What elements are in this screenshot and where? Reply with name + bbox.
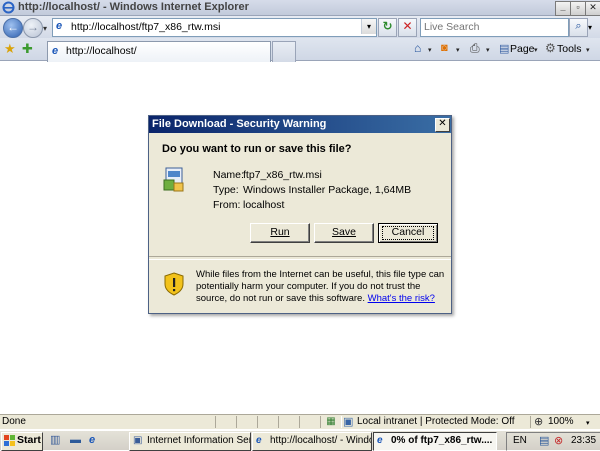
- ie-icon: e: [256, 435, 262, 446]
- whats-the-risk-link[interactable]: What's the risk?: [368, 293, 435, 304]
- taskbar-item-label: http://localhost/ - Windo...: [270, 435, 372, 446]
- status-segment: [236, 416, 258, 428]
- page-icon: e: [56, 20, 63, 32]
- security-shield-warning-icon: [164, 272, 184, 296]
- recent-pages-dropdown-icon[interactable]: ▾: [43, 24, 47, 33]
- search-box[interactable]: [420, 18, 569, 37]
- focus-rectangle: [382, 226, 434, 240]
- navigation-bar: ← → ▾ e ▾ ↻ ✕ ⌕ ▾: [0, 16, 600, 38]
- refresh-button[interactable]: ↻: [378, 18, 397, 37]
- dialog-question: Do you want to run or save this file?: [162, 143, 352, 155]
- favorites-star-icon[interactable]: ★: [4, 41, 16, 56]
- show-desktop-icon[interactable]: ▬: [70, 434, 81, 447]
- network-icon[interactable]: ▤: [539, 434, 549, 447]
- feeds-dropdown-icon[interactable]: ▾: [456, 46, 460, 54]
- run-button-label: Run: [270, 226, 290, 238]
- maximize-button[interactable]: ▫: [570, 1, 586, 16]
- status-segment: [299, 416, 321, 428]
- window-title: http://localhost/ - Windows Internet Exp…: [18, 1, 249, 13]
- close-window-button[interactable]: ✕: [585, 1, 600, 16]
- clock[interactable]: 23:35: [571, 435, 596, 446]
- print-icon[interactable]: ⎙: [470, 41, 480, 56]
- dialog-close-button[interactable]: ✕: [435, 118, 450, 132]
- add-favorites-icon[interactable]: ✚: [22, 41, 33, 56]
- taskbar-item-download[interactable]: e 0% of ftp7_x86_rtw....: [373, 432, 497, 451]
- new-tab-button[interactable]: [272, 41, 296, 62]
- status-segment: [215, 416, 237, 428]
- home-icon[interactable]: ⌂: [414, 41, 421, 55]
- server-manager-icon[interactable]: ▥: [50, 434, 60, 447]
- alert-icon[interactable]: ⊗: [554, 434, 563, 447]
- save-button[interactable]: Save: [314, 223, 374, 243]
- save-button-label: Save: [332, 226, 356, 238]
- taskbar-item-ie-window[interactable]: e http://localhost/ - Windo...: [252, 432, 372, 451]
- stop-button[interactable]: ✕: [398, 18, 417, 37]
- tab-active[interactable]: e http://localhost/: [47, 41, 271, 62]
- type-label: Type:: [213, 184, 239, 196]
- status-text: Done: [2, 416, 26, 427]
- security-status-icon[interactable]: ▦: [320, 416, 342, 428]
- dialog-title-bar[interactable]: File Download - Security Warning ✕: [149, 116, 451, 133]
- type-value: Windows Installer Package, 1,64MB: [243, 184, 412, 196]
- ie-logo-icon: [2, 1, 15, 14]
- window-title-bar[interactable]: http://localhost/ - Windows Internet Exp…: [0, 0, 600, 16]
- intranet-zone-icon: ▣: [343, 416, 354, 428]
- page-menu[interactable]: Page: [510, 43, 535, 55]
- from-label: From:: [213, 199, 241, 211]
- iis-icon: ▣: [133, 435, 143, 446]
- name-value: ftp7_x86_rtw.msi: [243, 169, 322, 181]
- search-input[interactable]: [421, 19, 564, 34]
- system-tray: EN ▤ ⊗ 23:35: [506, 432, 600, 451]
- zoom-dropdown-icon[interactable]: ▾: [586, 419, 590, 427]
- internet-explorer-icon[interactable]: e: [89, 434, 95, 447]
- taskbar: Start ▥ ▬ e ▣ Internet Information Ser..…: [0, 430, 600, 451]
- installer-file-icon: [163, 167, 184, 192]
- tools-dropdown-icon[interactable]: ▾: [586, 46, 590, 54]
- search-icon[interactable]: ⌕: [569, 18, 588, 37]
- status-segment: [278, 416, 300, 428]
- dialog-separator: [149, 256, 451, 260]
- print-dropdown-icon[interactable]: ▾: [486, 46, 490, 54]
- feeds-icon[interactable]: ◙: [441, 42, 448, 54]
- zoom-icon[interactable]: ⊕: [534, 415, 543, 428]
- cancel-button[interactable]: Cancel: [378, 223, 438, 243]
- windows-logo-icon: [4, 435, 15, 446]
- taskbar-item-label: 0% of ftp7_x86_rtw....: [391, 435, 493, 446]
- language-indicator[interactable]: EN: [513, 435, 527, 446]
- page-dropdown-icon[interactable]: ▾: [534, 46, 538, 54]
- run-button[interactable]: Run: [250, 223, 310, 243]
- from-value: localhost: [243, 199, 285, 211]
- minimize-button[interactable]: _: [555, 1, 571, 16]
- taskbar-item-label: Internet Information Ser...: [147, 435, 251, 446]
- status-bar: Done ▦ ▣ Local intranet | Protected Mode…: [0, 414, 600, 429]
- tab-bar: ★ ✚ e http://localhost/ ⌂ ▾ ◙ ▾ ⎙ ▾ ▤ Pa…: [0, 38, 600, 62]
- home-dropdown-icon[interactable]: ▾: [428, 46, 432, 54]
- address-dropdown-button[interactable]: ▾: [361, 19, 376, 34]
- start-label: Start: [17, 434, 41, 446]
- back-button[interactable]: ←: [3, 18, 23, 38]
- gear-icon: ⚙: [545, 41, 556, 55]
- dialog-title: File Download - Security Warning: [152, 118, 327, 130]
- name-label: Name:: [213, 169, 244, 181]
- file-download-dialog: File Download - Security Warning ✕ Do yo…: [148, 115, 452, 314]
- search-options-dropdown-icon[interactable]: ▾: [588, 23, 592, 32]
- forward-button[interactable]: →: [23, 18, 43, 38]
- taskbar-item-iis-manager[interactable]: ▣ Internet Information Ser...: [129, 432, 251, 451]
- security-zone-text[interactable]: Local intranet | Protected Mode: Off: [357, 416, 515, 427]
- start-button[interactable]: Start: [1, 432, 43, 451]
- zoom-level[interactable]: 100%: [548, 416, 574, 427]
- security-warning-text: While files from the Internet can be use…: [196, 269, 446, 305]
- ie-icon: e: [377, 435, 383, 446]
- tab-label: http://localhost/: [66, 45, 137, 57]
- tools-menu[interactable]: Tools: [557, 43, 582, 55]
- page-icon: e: [52, 45, 59, 57]
- address-input[interactable]: [71, 19, 351, 34]
- address-bar[interactable]: e ▾: [52, 18, 377, 37]
- page-menu-icon: ▤: [499, 43, 510, 55]
- status-segment: [257, 416, 279, 428]
